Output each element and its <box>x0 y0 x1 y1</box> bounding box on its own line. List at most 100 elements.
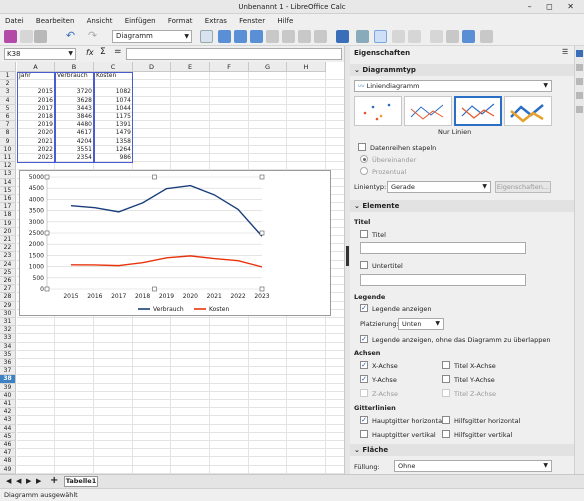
row-header-47[interactable]: 47 <box>0 449 16 458</box>
row-header-7[interactable]: 7 <box>0 121 16 130</box>
row-header-30[interactable]: 30 <box>0 309 16 318</box>
prev-sheet-icon[interactable]: ◀ <box>16 477 21 485</box>
row-header-31[interactable]: 31 <box>0 318 16 327</box>
section-elements[interactable]: ⌄ Elemente <box>350 200 574 212</box>
section-area[interactable]: ⌄ Fläche <box>350 444 574 456</box>
data-table-icon[interactable] <box>266 30 279 43</box>
row-header-49[interactable]: 49 <box>0 465 16 474</box>
next-sheet-icon[interactable]: ▶ <box>26 477 31 485</box>
menu-format[interactable]: Format <box>163 14 198 28</box>
variant-points-only[interactable] <box>354 96 402 126</box>
row-header-37[interactable]: 37 <box>0 367 16 376</box>
function-wizard-icon[interactable]: fx <box>86 48 94 57</box>
variant-lines-only[interactable] <box>454 96 502 126</box>
minor-v-checkbox[interactable] <box>442 430 450 438</box>
row-header-8[interactable]: 8 <box>0 129 16 138</box>
row-header-25[interactable]: 25 <box>0 268 16 277</box>
column-header-h[interactable]: H <box>287 62 326 72</box>
horizontal-grid-icon[interactable] <box>392 30 405 43</box>
data-ranges-icon[interactable] <box>282 30 295 43</box>
variant-points-lines[interactable] <box>404 96 452 126</box>
menu-bearbeiten[interactable]: Bearbeiten <box>31 14 79 28</box>
row-header-33[interactable]: 33 <box>0 334 16 343</box>
row-header-21[interactable]: 21 <box>0 236 16 245</box>
chart-area-icon[interactable] <box>234 30 247 43</box>
linetype-select[interactable]: Gerade ▼ <box>387 181 491 193</box>
menu-fenster[interactable]: Fenster <box>234 14 270 28</box>
chart-object[interactable]: 0 500 1000 1500 2000 2500 3000 3500 4000 4500 5000… <box>19 170 331 316</box>
z-axis-checkbox[interactable] <box>360 389 368 397</box>
format-selection-icon[interactable] <box>200 30 213 43</box>
print-icon[interactable] <box>34 30 47 43</box>
column-header-d[interactable]: D <box>133 62 171 72</box>
row-header-24[interactable]: 24 <box>0 260 16 269</box>
undo-icon[interactable]: ↶ <box>64 30 77 43</box>
row-header-32[interactable]: 32 <box>0 326 16 335</box>
sheet-tab-tabelle1[interactable]: Tabelle1 <box>64 476 98 487</box>
row-header-40[interactable]: 40 <box>0 391 16 400</box>
row-header-2[interactable]: 2 <box>0 80 16 89</box>
row-header-23[interactable]: 23 <box>0 252 16 261</box>
minor-h-checkbox[interactable] <box>442 416 450 424</box>
toolbar-extra-icon[interactable] <box>480 30 493 43</box>
major-v-checkbox[interactable] <box>360 430 368 438</box>
row-header-27[interactable]: 27 <box>0 285 16 294</box>
3d-view-icon[interactable] <box>298 30 311 43</box>
legend-no-overlap-checkbox[interactable]: ✓ <box>360 335 368 343</box>
overlap-radio[interactable] <box>360 155 368 163</box>
first-sheet-icon[interactable]: ◀ <box>6 477 11 485</box>
column-header-e[interactable]: E <box>171 62 210 72</box>
row-header-13[interactable]: 13 <box>0 170 16 179</box>
chart-type-icon[interactable] <box>218 30 231 43</box>
row-header-34[interactable]: 34 <box>0 342 16 351</box>
last-sheet-icon[interactable]: ▶ <box>36 477 41 485</box>
section-charttype[interactable]: ⌄ Diagrammtyp <box>350 64 574 76</box>
title-x-checkbox[interactable] <box>442 361 450 369</box>
stack-series-checkbox[interactable] <box>358 143 366 151</box>
row-header-36[interactable]: 36 <box>0 359 16 368</box>
title-icon[interactable] <box>336 30 349 43</box>
column-header-g[interactable]: G <box>249 62 287 72</box>
menu-ansicht[interactable]: Ansicht <box>82 14 118 28</box>
formula-icon[interactable]: = <box>114 47 122 57</box>
row-header-4[interactable]: 4 <box>0 96 16 105</box>
column-header-a[interactable]: A <box>17 62 55 72</box>
row-header-44[interactable]: 44 <box>0 424 16 433</box>
row-header-28[interactable]: 28 <box>0 293 16 302</box>
row-header-15[interactable]: 15 <box>0 186 16 195</box>
row-header-39[interactable]: 39 <box>0 383 16 392</box>
row-header-48[interactable]: 48 <box>0 457 16 466</box>
y-axis-checkbox[interactable]: ✓ <box>360 375 368 383</box>
window-controls[interactable]: – ◻ ✕ <box>528 0 580 14</box>
select-all-corner[interactable] <box>0 62 16 72</box>
fill-select[interactable]: Ohne ▼ <box>394 460 552 472</box>
gallery-deck-icon[interactable] <box>576 78 583 85</box>
row-header-14[interactable]: 14 <box>0 178 16 187</box>
sidebar-menu-icon[interactable]: ☰ <box>562 48 568 56</box>
title-input[interactable] <box>360 242 526 254</box>
placement-select[interactable]: Unten ▼ <box>398 318 444 330</box>
properties-deck-icon[interactable] <box>576 50 583 57</box>
subtitle-input[interactable] <box>360 274 526 286</box>
redo-icon[interactable]: ↷ <box>86 30 99 43</box>
row-header-1[interactable]: 1 <box>0 72 16 81</box>
row-header-29[interactable]: 29 <box>0 301 16 310</box>
menu-extras[interactable]: Extras <box>200 14 232 28</box>
row-header-18[interactable]: 18 <box>0 211 16 220</box>
row-header-9[interactable]: 9 <box>0 137 16 146</box>
row-header-38[interactable]: 38 <box>0 375 16 384</box>
functions-deck-icon[interactable] <box>576 106 583 113</box>
menu-einfuegen[interactable]: Einfügen <box>120 14 161 28</box>
styles-deck-icon[interactable] <box>576 64 583 71</box>
add-sheet-button[interactable]: + <box>50 475 58 486</box>
row-header-16[interactable]: 16 <box>0 195 16 204</box>
title-z-checkbox[interactable] <box>442 389 450 397</box>
menu-hilfe[interactable]: Hilfe <box>272 14 298 28</box>
row-header-17[interactable]: 17 <box>0 203 16 212</box>
legend-onoff-icon[interactable] <box>314 30 327 43</box>
spreadsheet-grid[interactable]: ABCDEFGH 1 2 3 4 5 6 7 8 9 10 11 12 13 14 15 16 17 18 19 20… <box>0 62 344 474</box>
auto-layout-icon[interactable] <box>446 30 459 43</box>
major-h-checkbox[interactable]: ✓ <box>360 416 368 424</box>
column-header-c[interactable]: C <box>94 62 133 72</box>
chart-wall-icon[interactable] <box>250 30 263 43</box>
